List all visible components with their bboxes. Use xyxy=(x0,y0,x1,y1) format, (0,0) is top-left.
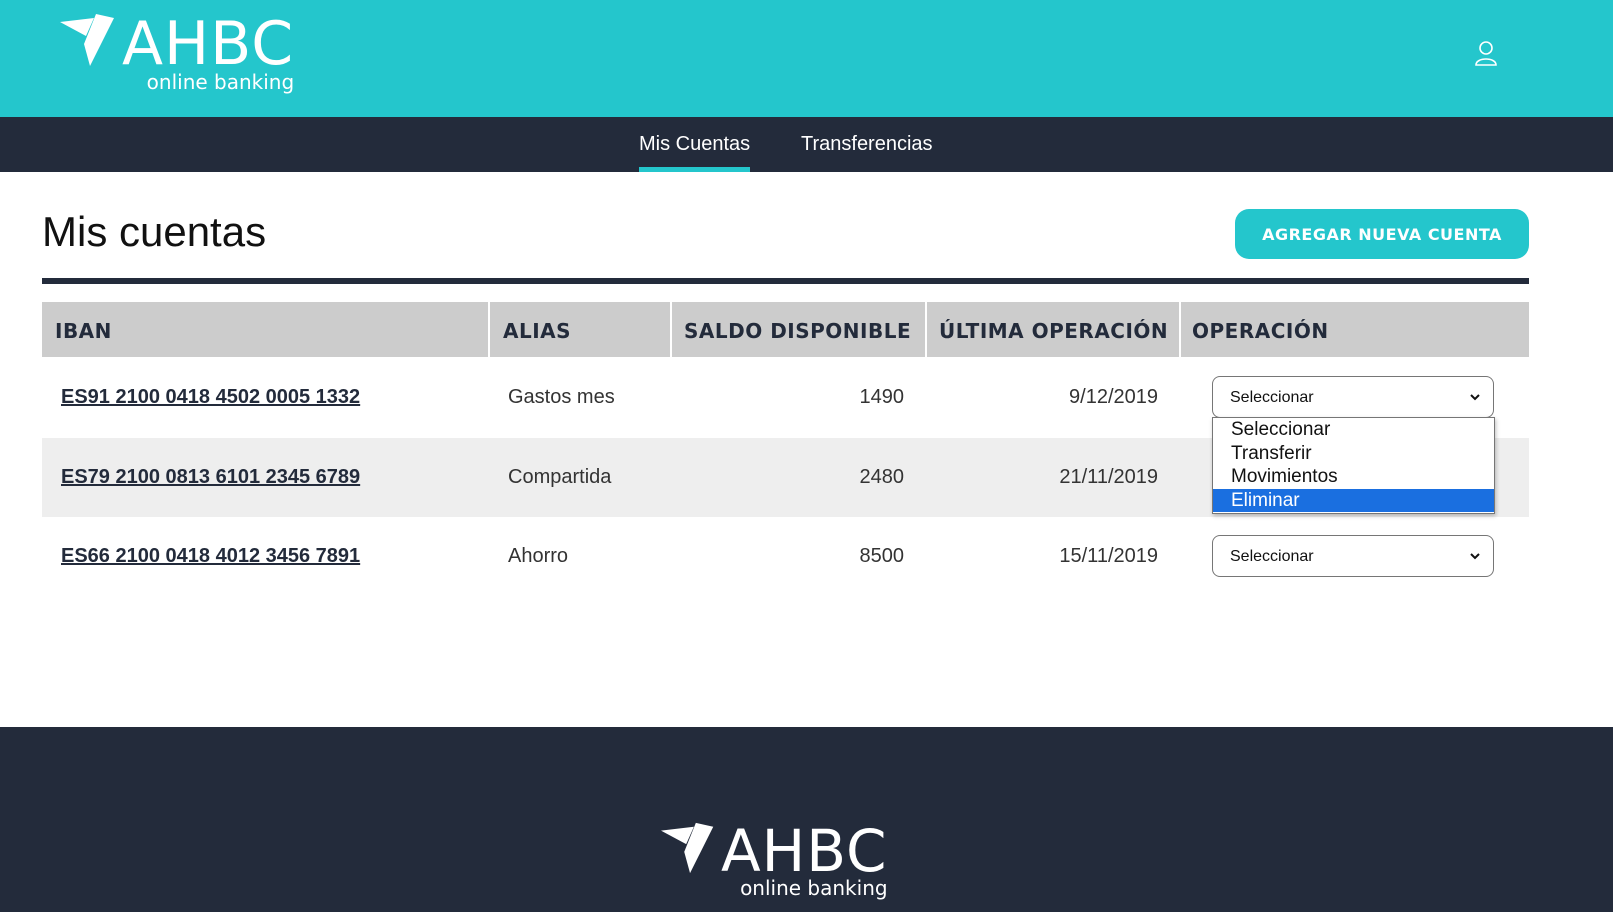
select-value: Seleccionar xyxy=(1230,389,1314,406)
fecha-cell: 9/12/2019 xyxy=(1069,386,1158,408)
iban-link[interactable]: ES91 2100 0418 4502 0005 1332 xyxy=(61,358,360,437)
table-row: ES66 2100 0418 4012 3456 7891 Ahorro 850… xyxy=(42,517,1529,596)
saldo-cell: 8500 xyxy=(859,545,905,567)
option-seleccionar[interactable]: Seleccionar xyxy=(1213,418,1494,442)
footer-logo: AHBC online banking xyxy=(661,822,888,898)
header-logo[interactable]: AHBC online banking xyxy=(60,14,294,92)
option-transferir[interactable]: Transferir xyxy=(1213,442,1494,466)
saldo-cell: 1490 xyxy=(859,386,905,408)
header-separator xyxy=(1179,302,1181,357)
brand-tagline: online banking xyxy=(740,876,888,900)
option-movimientos[interactable]: Movimientos xyxy=(1213,465,1494,489)
chevron-down-icon xyxy=(1470,394,1480,401)
iban-link[interactable]: ES66 2100 0418 4012 3456 7891 xyxy=(61,517,360,596)
header-alias: ALIAS xyxy=(503,319,572,343)
brand-tagline: online banking xyxy=(146,70,295,94)
operation-dropdown-list: Seleccionar Transferir Movimientos Elimi… xyxy=(1212,417,1495,514)
top-header: AHBC online banking xyxy=(0,0,1613,117)
nav-transferencias[interactable]: Transferencias xyxy=(801,117,933,172)
nav-mis-cuentas[interactable]: Mis Cuentas xyxy=(639,117,751,172)
brand-name: AHBC xyxy=(122,9,295,79)
header-ultima-operacion: ÚLTIMA OPERACIÓN xyxy=(939,319,1169,343)
bird-logo-icon xyxy=(661,822,714,874)
header-iban: IBAN xyxy=(55,319,112,343)
saldo-cell: 2480 xyxy=(859,466,905,488)
footer: AHBC online banking xyxy=(0,727,1613,912)
brand-name: AHBC xyxy=(721,817,888,885)
iban-link[interactable]: ES79 2100 0813 6101 2345 6789 xyxy=(61,438,360,517)
header-separator xyxy=(925,302,927,357)
header-separator xyxy=(670,302,672,357)
bird-logo-icon xyxy=(60,14,114,66)
alias-cell: Compartida xyxy=(508,466,612,488)
user-icon[interactable] xyxy=(1474,40,1498,66)
table-header: IBAN ALIAS SALDO DISPONIBLE ÚLTIMA OPERA… xyxy=(42,302,1529,357)
operation-select[interactable]: Seleccionar xyxy=(1212,535,1494,577)
add-account-button[interactable]: AGREGAR NUEVA CUENTA xyxy=(1235,209,1529,259)
title-divider xyxy=(42,278,1529,284)
main-nav: Mis Cuentas Transferencias xyxy=(0,117,1613,172)
alias-cell: Gastos mes xyxy=(508,386,615,408)
header-operacion: OPERACIÓN xyxy=(1192,319,1329,343)
operation-select[interactable]: Seleccionar xyxy=(1212,376,1494,418)
header-separator xyxy=(488,302,490,357)
chevron-down-icon xyxy=(1470,553,1480,560)
alias-cell: Ahorro xyxy=(508,545,569,567)
page-title: Mis cuentas xyxy=(42,208,267,255)
fecha-cell: 21/11/2019 xyxy=(1059,466,1158,488)
select-value: Seleccionar xyxy=(1230,548,1314,565)
fecha-cell: 15/11/2019 xyxy=(1059,545,1158,567)
header-saldo: SALDO DISPONIBLE xyxy=(684,319,912,343)
option-eliminar[interactable]: Eliminar xyxy=(1213,488,1494,512)
